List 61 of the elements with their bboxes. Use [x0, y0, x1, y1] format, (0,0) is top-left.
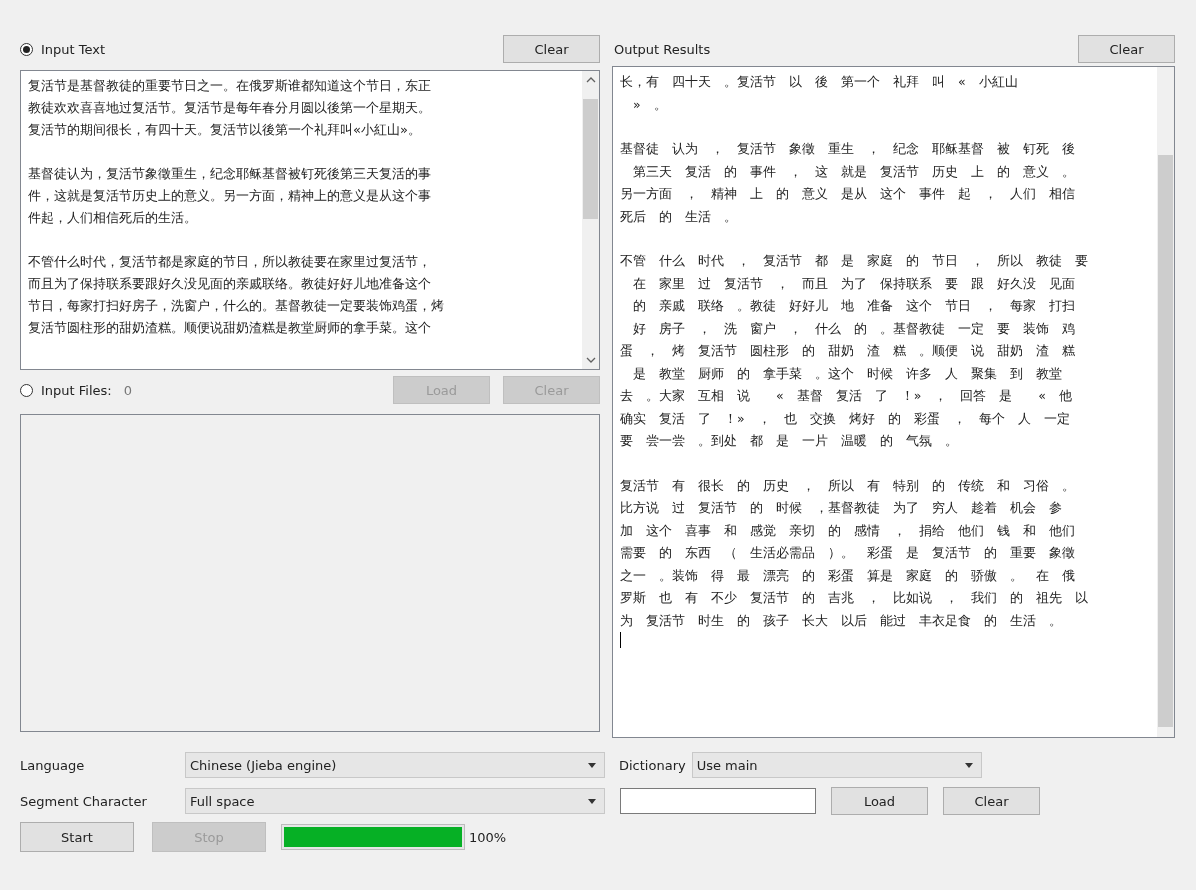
start-button[interactable]: Start	[20, 822, 134, 852]
text-line: 死后 的 生活 。	[620, 207, 738, 226]
text-line: 第三天 复活 的 事件 ， 这 就是 复活节 历史 上 的 意义 。	[632, 162, 1076, 181]
text-line: 长，有 四十天 。复活节 以 後 第一个 礼拜 叫 « 小紅山	[620, 73, 1019, 91]
radio-icon[interactable]	[20, 383, 33, 397]
text-line: 在 家里 过 复活节 ， 而且 为了 保持联系 要 跟 好久没 见面	[632, 274, 1076, 293]
clear-button[interactable]: Clear	[503, 35, 600, 63]
output-text-area[interactable]	[612, 66, 1175, 738]
text-line: 为 复活节 时生 的 孩子 长大 以后 能过 丰衣足食 的 生活 。	[620, 611, 1063, 630]
text-line: 件起，人们相信死后的生活。	[28, 209, 198, 227]
load-button[interactable]: Load	[831, 787, 928, 815]
scroll-down-icon[interactable]	[585, 357, 596, 363]
language-label: Language	[20, 757, 86, 773]
text-line: 是 教堂 厨师 的 拿手菜 。这个 时候 许多 人 聚集 到 教堂	[632, 364, 1063, 383]
clear-button[interactable]: Clear	[943, 787, 1040, 815]
text-line: 复活节 有 很长 的 历史 ， 所以 有 特别 的 传统 和 习俗 。	[620, 476, 1076, 495]
segment-character-label: Segment Character	[20, 793, 148, 809]
text-line: » 。	[632, 95, 668, 114]
progress-reading: 100%	[469, 829, 507, 845]
clear-button[interactable]: Clear	[1078, 35, 1175, 63]
input-files-radio[interactable]: Input Files:	[20, 382, 112, 398]
text-line: 好 房子 ， 洗 窗户 ， 什么 的 。基督教徒 一定 要 装饰 鸡	[632, 319, 1076, 338]
file-count: 0	[123, 382, 132, 398]
input-text-area[interactable]	[20, 70, 600, 370]
text-line: 加 这个 喜事 和 感觉 亲切 的 感情 ， 捐给 他们 钱 和 他们	[620, 521, 1076, 540]
text-line: 件，这就是复活节历史上的意义。另一方面，精神上的意义是从这个事	[28, 187, 432, 205]
scrollbar[interactable]	[1157, 67, 1174, 737]
text-line: 节日，每家打扫好房子，洗窗户，什么的。基督教徒一定要装饰鸡蛋，烤	[28, 297, 445, 315]
text-cursor	[620, 632, 621, 648]
text-line: 教徒欢欢喜喜地过复活节。复活节是每年春分月圆以後第一个星期天。	[28, 99, 432, 117]
language-dropdown[interactable]: Chinese (Jieba engine)	[185, 752, 605, 778]
dictionary-path-field[interactable]	[620, 788, 816, 814]
radio-icon[interactable]	[20, 42, 33, 56]
text-line: 复活节是基督教徒的重要节日之一。在俄罗斯谁都知道这个节日，东正	[28, 77, 432, 95]
output-label: Output Results	[614, 41, 711, 57]
text-line: 确实 复活 了 ！» ， 也 交换 烤好 的 彩蛋 ， 每个 人 一定	[620, 409, 1071, 428]
dictionary-label: Dictionary	[619, 757, 686, 773]
text-line: 蛋 ， 烤 复活节 圆柱形 的 甜奶 渣 糕 。顺便 说 甜奶 渣 糕	[620, 342, 1076, 360]
text-line: 复活节圆柱形的甜奶渣糕。顺便说甜奶渣糕是教堂厨师的拿手菜。这个	[28, 319, 432, 337]
caret-icon	[964, 762, 973, 768]
text-line: 不管 什么 时代 ， 复活节 都 是 家庭 的 节日 ， 所以 教徒 要	[620, 252, 1089, 270]
dictionary-dropdown[interactable]: Use main	[691, 752, 982, 778]
text-line: 比方说 过 复活节 的 时候 ，基督教徒 为了 穷人 趁着 机会 参	[620, 499, 1063, 517]
text-line: 基督徒认为，复活节象徵重生，纪念耶稣基督被钉死後第三天复活的事	[28, 165, 432, 183]
text-line: 另一方面 ， 精神 上 的 意义 是从 这个 事件 起 ， 人们 相信	[620, 185, 1076, 203]
text-line: 去 。大家 互相 说 « 基督 复活 了 ！» ， 回答 是 « 他	[620, 387, 1073, 405]
text-line: 之一 。装饰 得 最 漂亮 的 彩蛋 算是 家庭 的 骄傲 。 在 俄	[620, 566, 1076, 585]
caret-icon	[588, 798, 596, 804]
text-line: 基督徒 认为 ， 复活节 象徵 重生 ， 纪念 耶稣基督 被 钉死 後	[620, 140, 1076, 158]
text-line: 的 亲戚 联络 。教徒 好好儿 地 准备 这个 节日 ， 每家 打扫	[632, 297, 1076, 315]
text-line: 需要 的 东西 （ 生活必需品 ）。 彩蛋 是 复活节 的 重要 象徵	[620, 544, 1076, 562]
input-text-radio[interactable]: Input Text	[20, 41, 106, 57]
caret-icon	[588, 762, 596, 768]
text-line: 罗斯 也 有 不少 复活节 的 吉兆 ， 比如说 ， 我们 的 祖先 以	[620, 589, 1089, 607]
text-line: 而且为了保持联系要跟好久没见面的亲戚联络。教徒好好儿地准备这个	[28, 275, 432, 293]
segment-character-dropdown[interactable]: Full space	[185, 788, 605, 814]
text-line: 要 尝一尝 。到处 都 是 一片 温暖 的 气氛 。	[620, 432, 959, 450]
scrollbar[interactable]	[582, 71, 599, 369]
scroll-up-icon[interactable]	[585, 77, 596, 83]
text-line: 不管什么时代，复活节都是家庭的节日，所以教徒要在家里过复活节，	[28, 253, 432, 271]
text-line: 复活节的期间很长，有四十天。复活节以後第一个礼拜叫«小紅山»。	[28, 121, 422, 139]
